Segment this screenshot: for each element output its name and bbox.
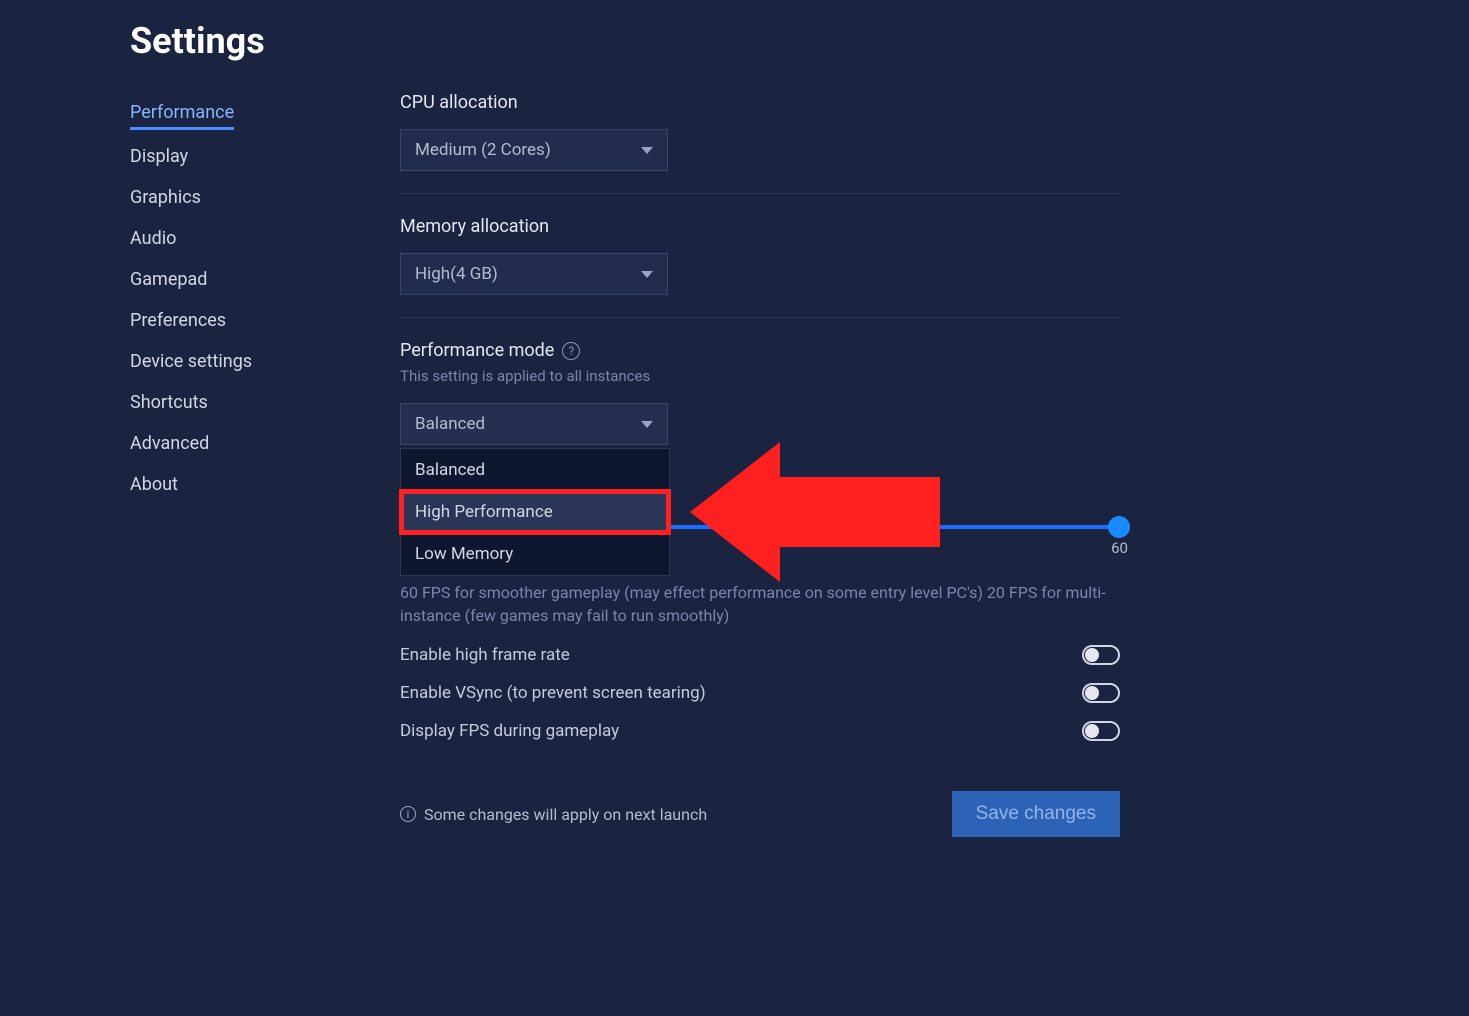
memory-allocation-dropdown[interactable]: High(4 GB) [400,253,668,295]
sidebar-item-device-settings[interactable]: Device settings [130,341,300,382]
footer-note-text: Some changes will apply on next launch [424,805,707,824]
main-panel: CPU allocation Medium (2 Cores) Memory a… [400,92,1120,881]
sidebar-item-graphics[interactable]: Graphics [130,177,300,218]
fps-slider-thumb[interactable] [1108,516,1130,538]
performance-mode-value: Balanced [415,414,485,434]
sidebar-item-display[interactable]: Display [130,136,300,177]
sidebar-item-about[interactable]: About [130,464,300,505]
chevron-down-icon [641,421,653,428]
performance-mode-sublabel: This setting is applied to all instances [400,367,1120,385]
save-changes-button[interactable]: Save changes [952,791,1120,837]
enable-vsync-toggle[interactable] [1082,683,1120,703]
memory-allocation-value: High(4 GB) [415,264,498,284]
recommended-fps-body: 60 FPS for smoother gameplay (may effect… [400,581,1120,627]
display-fps-label: Display FPS during gameplay [400,721,619,741]
fps-slider-max-label: 60 [1111,539,1128,557]
performance-mode-option-balanced[interactable]: Balanced [401,449,669,491]
info-icon: i [400,806,416,822]
enable-high-frame-rate-toggle[interactable] [1082,645,1120,665]
cpu-allocation-value: Medium (2 Cores) [415,140,551,160]
help-icon[interactable]: ? [562,342,580,360]
sidebar-item-shortcuts[interactable]: Shortcuts [130,382,300,423]
enable-high-frame-rate-label: Enable high frame rate [400,645,570,665]
sidebar-item-audio[interactable]: Audio [130,218,300,259]
cpu-allocation-dropdown[interactable]: Medium (2 Cores) [400,129,668,171]
sidebar-item-performance[interactable]: Performance [130,92,234,130]
enable-vsync-label: Enable VSync (to prevent screen tearing) [400,683,706,703]
sidebar-item-gamepad[interactable]: Gamepad [130,259,300,300]
performance-mode-label-text: Performance mode [400,340,554,361]
performance-mode-option-high-performance[interactable]: High Performance [401,491,669,533]
chevron-down-icon [641,271,653,278]
sidebar-item-advanced[interactable]: Advanced [130,423,300,464]
cpu-allocation-label: CPU allocation [400,92,1120,113]
footer-note: i Some changes will apply on next launch [400,805,707,824]
sidebar-item-preferences[interactable]: Preferences [130,300,300,341]
performance-mode-label: Performance mode ? [400,340,1120,361]
chevron-down-icon [641,147,653,154]
display-fps-toggle[interactable] [1082,721,1120,741]
memory-allocation-label: Memory allocation [400,216,1120,237]
performance-mode-options: Balanced High Performance Low Memory [400,448,670,576]
page-title: Settings [130,20,1339,62]
performance-mode-dropdown[interactable]: Balanced Balanced High Performance Low M… [400,403,668,445]
settings-sidebar: Performance Display Graphics Audio Gamep… [130,92,300,881]
performance-mode-option-low-memory[interactable]: Low Memory [401,533,669,575]
